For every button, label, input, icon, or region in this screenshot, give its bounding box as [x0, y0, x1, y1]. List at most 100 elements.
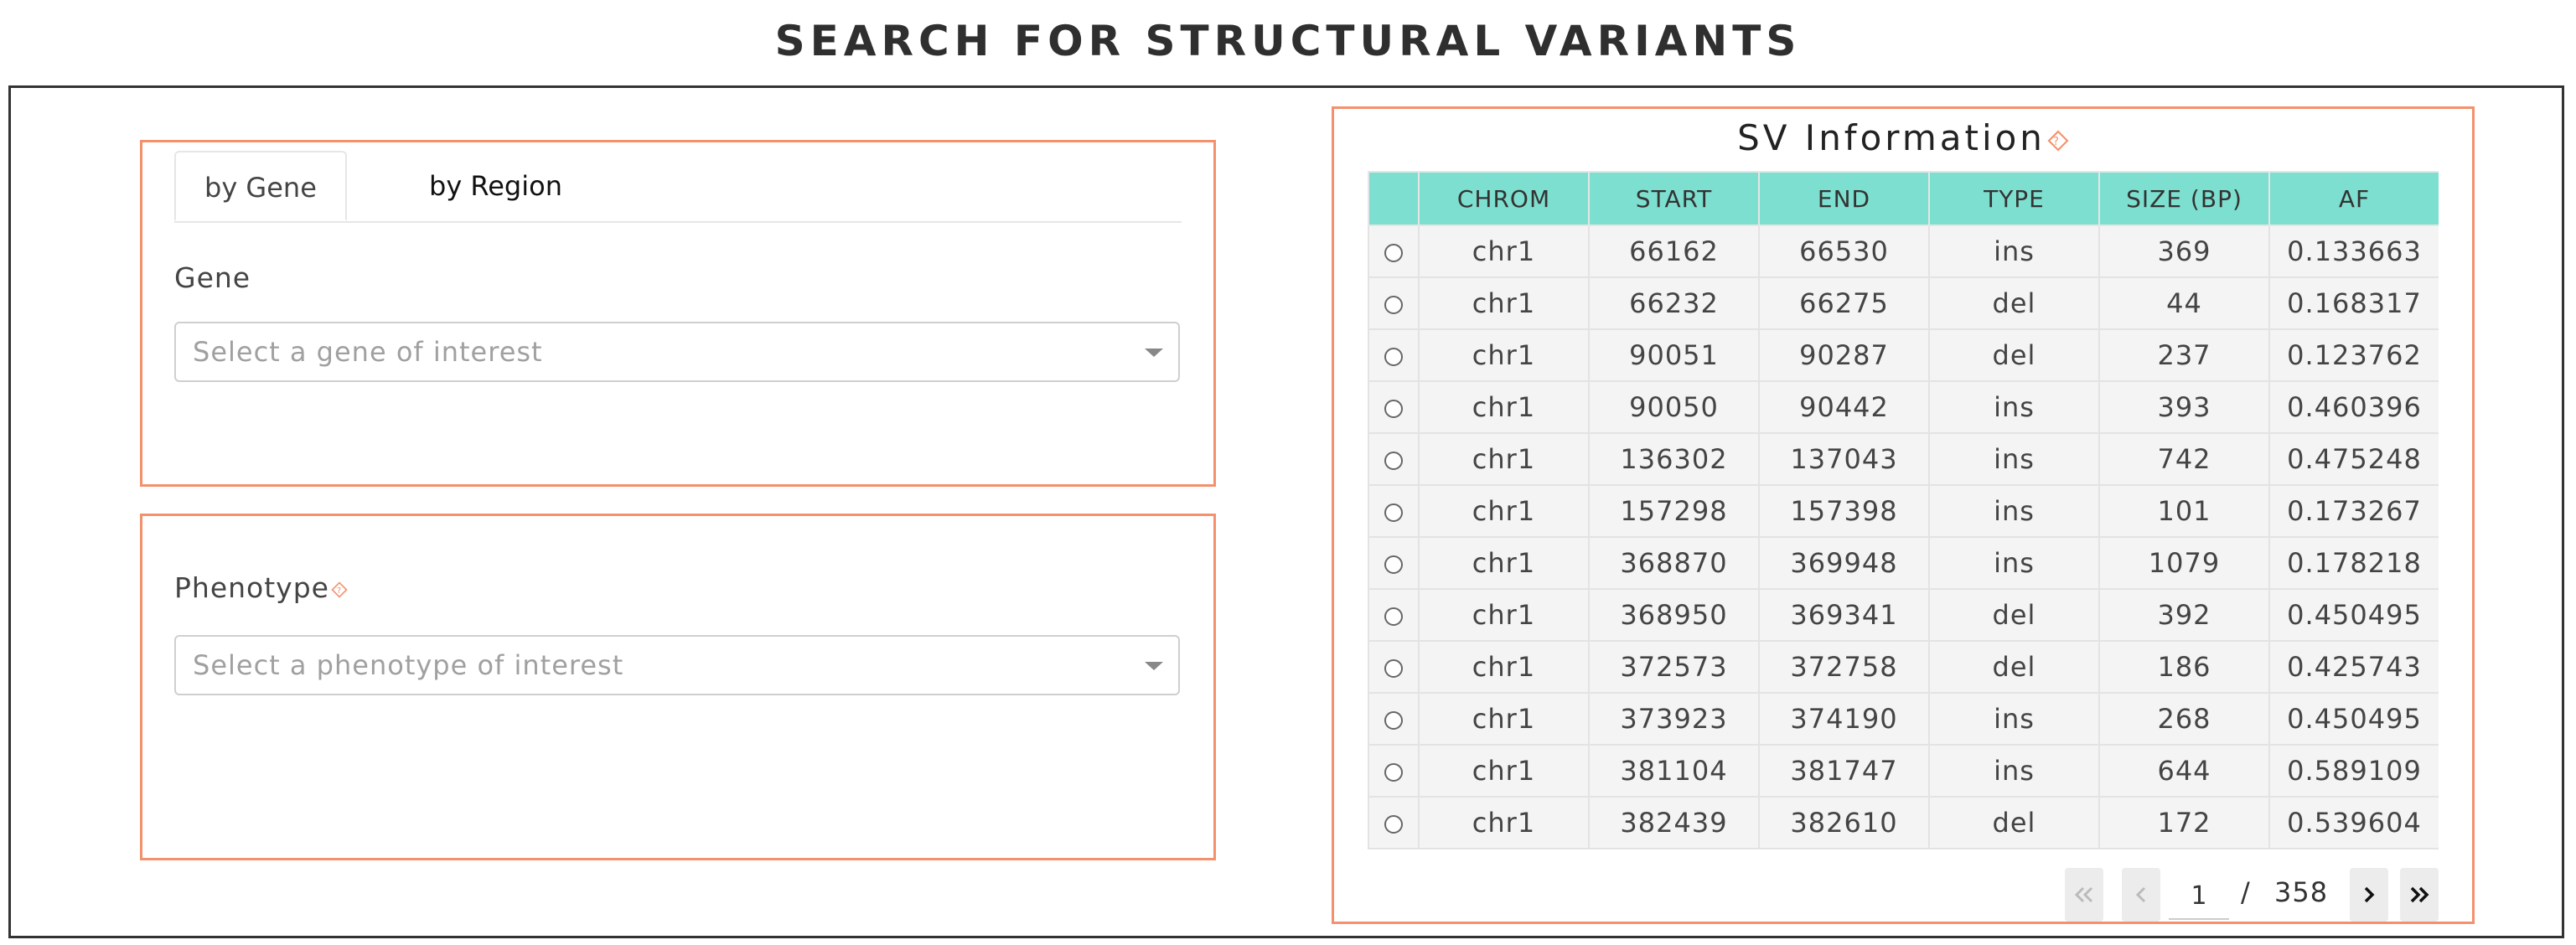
- row-select-cell: [1368, 276, 1420, 330]
- last-page-button[interactable]: [2400, 868, 2439, 922]
- cell-type: ins: [1928, 380, 2100, 434]
- svg-text:?: ?: [2053, 136, 2063, 148]
- cell-start: 90050: [1588, 380, 1760, 434]
- cell-start: 66162: [1588, 225, 1760, 278]
- row-radio-button[interactable]: [1384, 555, 1403, 574]
- cell-size: 742: [2098, 432, 2270, 486]
- table-row[interactable]: chr1 373923 374190 ins 268 0.450495: [1368, 692, 2439, 746]
- cell-end: 66275: [1758, 276, 1930, 330]
- row-radio-button[interactable]: [1384, 452, 1403, 470]
- cell-type: del: [1928, 796, 2100, 849]
- table-row[interactable]: chr1 66162 66530 ins 369 0.133663: [1368, 225, 2439, 278]
- help-icon[interactable]: ?: [331, 581, 348, 598]
- cell-chrom: chr1: [1418, 744, 1590, 798]
- cell-end: 66530: [1758, 225, 1930, 278]
- row-select-cell: [1368, 640, 1420, 694]
- cell-type: ins: [1928, 484, 2100, 538]
- column-header-af[interactable]: AF: [2268, 171, 2439, 226]
- cell-size: 268: [2098, 692, 2270, 746]
- row-radio-button[interactable]: [1384, 244, 1403, 262]
- cell-size: 44: [2098, 276, 2270, 330]
- phenotype-select[interactable]: Select a phenotype of interest: [174, 635, 1180, 695]
- column-header-start[interactable]: START: [1588, 171, 1760, 226]
- cell-chrom: chr1: [1418, 484, 1590, 538]
- column-header-end[interactable]: END: [1758, 171, 1930, 226]
- row-radio-button[interactable]: [1384, 711, 1403, 730]
- row-radio-button[interactable]: [1384, 659, 1403, 678]
- cell-size: 186: [2098, 640, 2270, 694]
- cell-start: 368950: [1588, 588, 1760, 642]
- cell-end: 382610: [1758, 796, 1930, 849]
- row-select-cell: [1368, 744, 1420, 798]
- cell-chrom: chr1: [1418, 225, 1590, 278]
- table-header-row: CHROM START END TYPE SIZE (BP) AF: [1368, 171, 2439, 226]
- cell-start: 373923: [1588, 692, 1760, 746]
- row-radio-button[interactable]: [1384, 503, 1403, 522]
- table-row[interactable]: chr1 368950 369341 del 392 0.450495: [1368, 588, 2439, 642]
- row-select-cell: [1368, 692, 1420, 746]
- column-header-chrom[interactable]: CHROM: [1418, 171, 1590, 226]
- cell-chrom: chr1: [1418, 276, 1590, 330]
- cell-type: del: [1928, 588, 2100, 642]
- table-row[interactable]: chr1 90050 90442 ins 393 0.460396: [1368, 380, 2439, 434]
- double-chevron-left-icon: [2074, 886, 2093, 903]
- cell-chrom: chr1: [1418, 536, 1590, 590]
- cell-af: 0.539604: [2268, 796, 2439, 849]
- cell-size: 392: [2098, 588, 2270, 642]
- table-row[interactable]: chr1 381104 381747 ins 644 0.589109: [1368, 744, 2439, 798]
- phenotype-panel: Phenotype? Select a phenotype of interes…: [140, 514, 1216, 860]
- row-radio-button[interactable]: [1384, 815, 1403, 834]
- sv-table-body: chr1 66162 66530 ins 369 0.133663 chr1 66232 662…: [1368, 225, 2439, 849]
- row-radio-button[interactable]: [1384, 400, 1403, 418]
- column-header-select: [1368, 171, 1420, 226]
- page-number-input[interactable]: [2169, 873, 2229, 920]
- chevron-left-icon: [2135, 886, 2146, 903]
- table-row[interactable]: chr1 368870 369948 ins 1079 0.178218: [1368, 536, 2439, 590]
- row-radio-button[interactable]: [1384, 348, 1403, 366]
- cell-type: ins: [1928, 744, 2100, 798]
- help-icon[interactable]: ?: [2047, 129, 2069, 152]
- table-row[interactable]: chr1 136302 137043 ins 742 0.475248: [1368, 432, 2439, 486]
- cell-type: ins: [1928, 692, 2100, 746]
- next-page-button[interactable]: [2350, 868, 2388, 922]
- phenotype-label-wrap: Phenotype?: [174, 571, 348, 604]
- cell-af: 0.123762: [2268, 328, 2439, 382]
- cell-af: 0.475248: [2268, 432, 2439, 486]
- column-header-type[interactable]: TYPE: [1928, 171, 2100, 226]
- row-select-cell: [1368, 796, 1420, 849]
- cell-type: ins: [1928, 432, 2100, 486]
- tab-by-gene[interactable]: by Gene: [174, 151, 347, 221]
- table-row[interactable]: chr1 372573 372758 del 186 0.425743: [1368, 640, 2439, 694]
- cell-size: 237: [2098, 328, 2270, 382]
- cell-size: 644: [2098, 744, 2270, 798]
- row-radio-button[interactable]: [1384, 763, 1403, 782]
- main-frame: by Gene by Region Gene Select a gene of …: [8, 85, 2564, 938]
- row-select-cell: [1368, 484, 1420, 538]
- first-page-button[interactable]: [2065, 868, 2103, 922]
- gene-select[interactable]: Select a gene of interest: [174, 322, 1180, 382]
- row-select-cell: [1368, 536, 1420, 590]
- row-radio-button[interactable]: [1384, 607, 1403, 626]
- sv-title-wrap: SV Information?: [1334, 117, 2472, 158]
- cell-af: 0.425743: [2268, 640, 2439, 694]
- table-row[interactable]: chr1 157298 157398 ins 101 0.173267: [1368, 484, 2439, 538]
- table-row[interactable]: chr1 382439 382610 del 172 0.539604: [1368, 796, 2439, 849]
- previous-page-button[interactable]: [2122, 868, 2160, 922]
- row-radio-button[interactable]: [1384, 296, 1403, 314]
- cell-chrom: chr1: [1418, 432, 1590, 486]
- tab-by-region[interactable]: by Region: [401, 151, 591, 221]
- sv-table-container[interactable]: CHROM START END TYPE SIZE (BP) AF chr1 66…: [1368, 171, 2439, 851]
- gene-select-placeholder: Select a gene of interest: [193, 336, 543, 368]
- cell-start: 381104: [1588, 744, 1760, 798]
- cell-size: 101: [2098, 484, 2270, 538]
- column-header-size[interactable]: SIZE (BP): [2098, 171, 2270, 226]
- row-select-cell: [1368, 432, 1420, 486]
- cell-chrom: chr1: [1418, 380, 1590, 434]
- cell-start: 382439: [1588, 796, 1760, 849]
- cell-size: 393: [2098, 380, 2270, 434]
- table-row[interactable]: chr1 66232 66275 del 44 0.168317: [1368, 276, 2439, 330]
- cell-af: 0.173267: [2268, 484, 2439, 538]
- chevron-down-icon: [1145, 662, 1163, 670]
- table-row[interactable]: chr1 90051 90287 del 237 0.123762: [1368, 328, 2439, 382]
- page-separator: /: [2241, 876, 2250, 908]
